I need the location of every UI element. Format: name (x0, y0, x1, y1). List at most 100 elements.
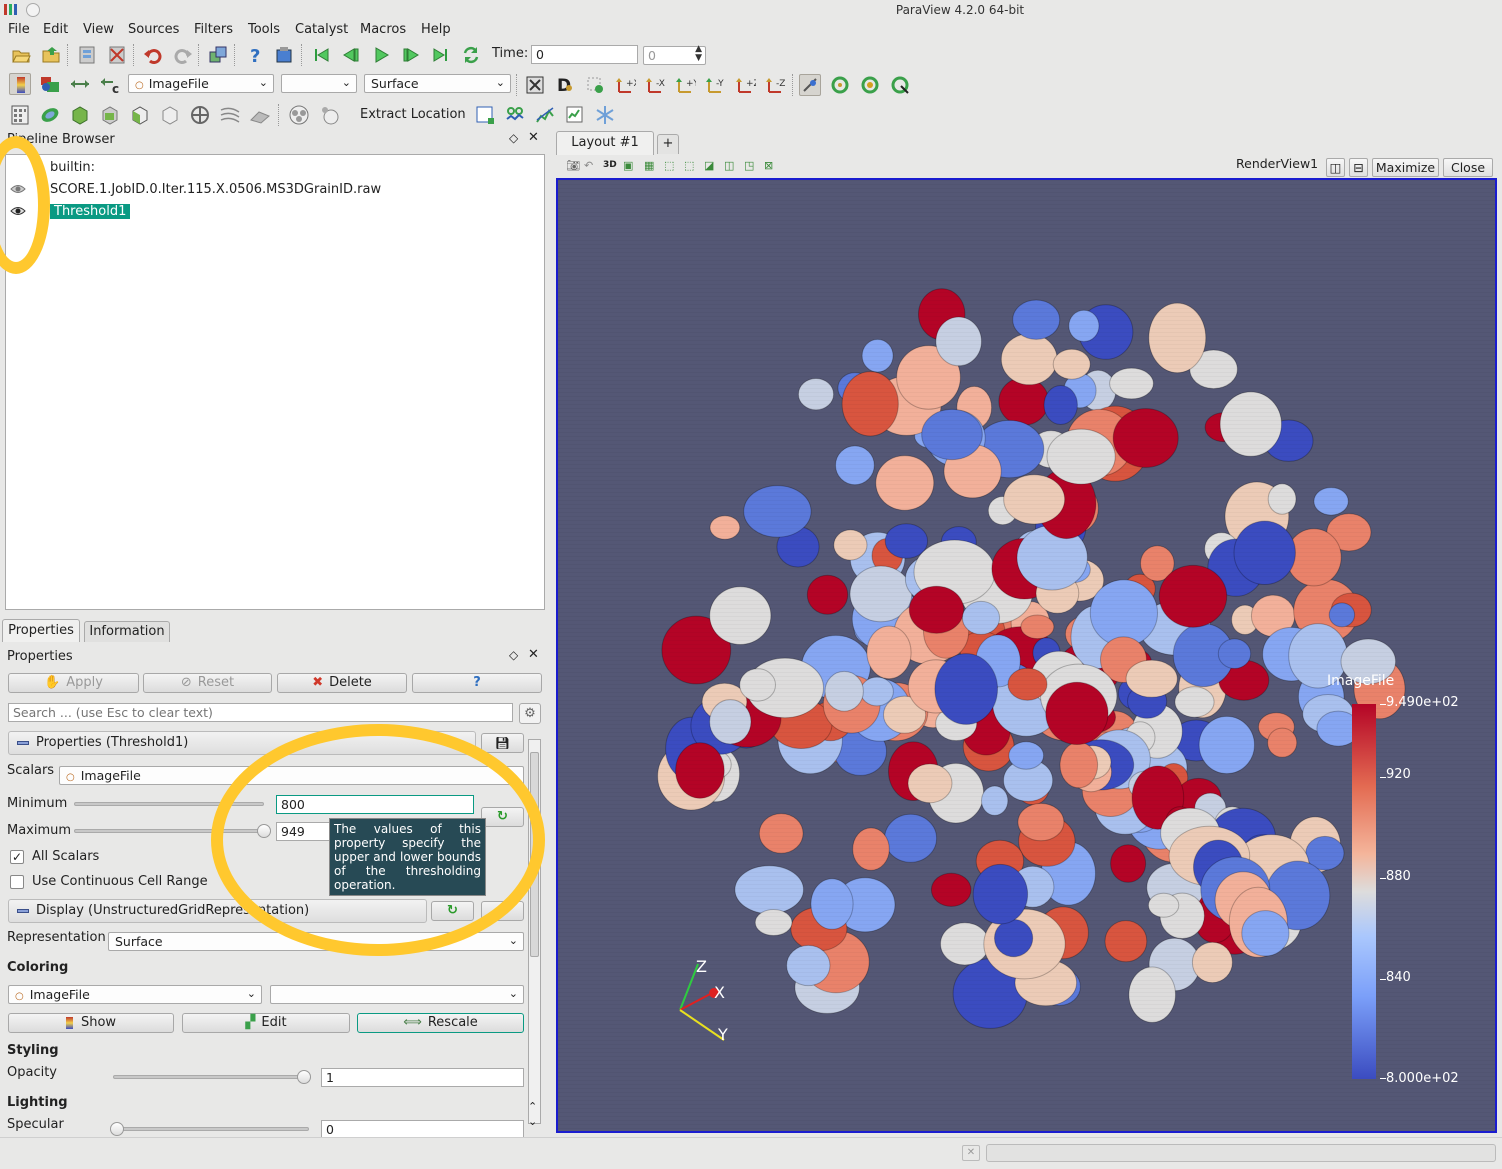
opacity-slider-handle[interactable] (297, 1070, 311, 1084)
coloring-array-combo[interactable]: ○ ImageFile ⌄ (8, 985, 262, 1004)
select-cells-on-icon[interactable]: ▣ (623, 159, 633, 172)
camera-link-icon[interactable] (207, 44, 229, 66)
help-button[interactable]: ? (412, 673, 542, 693)
connect-icon[interactable] (76, 44, 98, 66)
pipeline-item-reader[interactable]: SCORE.1.JobID.0.Iter.115.X.0506.MS3DGrai… (50, 182, 381, 197)
warp-by-vector-icon[interactable] (249, 104, 271, 126)
time-input[interactable]: 0 (531, 45, 638, 64)
next-frame-icon[interactable] (400, 44, 422, 66)
capture-image-icon[interactable]: 📷︎ (566, 159, 580, 172)
gear-icon[interactable]: ⚙ (519, 703, 541, 724)
extract-level-icon[interactable] (318, 104, 340, 126)
menu-sources[interactable]: Sources (128, 22, 179, 37)
tab-properties[interactable]: Properties (2, 619, 80, 642)
menu-macros[interactable]: Macros (360, 22, 406, 37)
contour-icon[interactable] (39, 104, 61, 126)
toggle-3d-button[interactable]: 3D (603, 160, 617, 170)
reset-camera-icon[interactable] (524, 74, 546, 96)
interactive-select-icon[interactable] (584, 74, 606, 96)
opacity-slider[interactable] (113, 1075, 309, 1079)
rescale-data-range-icon[interactable] (69, 73, 91, 95)
save-properties-button[interactable]: 💾︎ (481, 733, 524, 753)
menu-catalyst[interactable]: Catalyst (295, 22, 348, 37)
clear-selection-icon[interactable]: ⊠ (764, 159, 773, 172)
glyph-icon[interactable] (189, 104, 211, 126)
timestep-spinbox[interactable]: 0 ▲ ▼ (643, 45, 706, 65)
coloring-component-combo[interactable]: ⌄ (270, 985, 524, 1004)
stream-tracer-icon[interactable] (219, 104, 241, 126)
zoom-to-data-icon[interactable]: D (554, 74, 576, 96)
split-vertical-icon[interactable]: ⊟ (1349, 158, 1368, 177)
play-icon[interactable] (370, 44, 392, 66)
clip-icon[interactable] (69, 104, 91, 126)
toggle-color-legend-icon[interactable] (9, 73, 31, 95)
set-view-positive-z-icon[interactable]: +Z (734, 74, 760, 96)
rescale-custom-range-icon[interactable]: c (99, 73, 121, 96)
color-array-combo[interactable]: ○ ImageFile ⌄ (128, 74, 274, 93)
representation-combo[interactable]: Surface ⌄ (364, 74, 511, 93)
edit-color-map-icon[interactable] (39, 73, 61, 95)
plot-over-line-icon[interactable] (474, 104, 496, 126)
menu-help[interactable]: Help (421, 22, 451, 37)
first-frame-icon[interactable] (310, 44, 332, 66)
continuous-cell-range-checkbox[interactable] (10, 875, 24, 889)
apply-button[interactable]: ✋ Apply (8, 673, 139, 693)
plot-data-icon[interactable] (534, 104, 556, 126)
last-frame-icon[interactable] (430, 44, 452, 66)
help-icon[interactable]: ? (244, 44, 266, 67)
pick-center-icon[interactable] (859, 74, 881, 96)
split-horizontal-icon[interactable]: ◫ (1326, 158, 1345, 177)
show-center-icon[interactable] (799, 74, 821, 96)
select-points-through-icon[interactable]: ⬚ (684, 159, 694, 172)
close-panel-icon[interactable]: ✕ (528, 647, 539, 662)
select-cells-through-icon[interactable]: ⬚ (664, 159, 674, 172)
add-layout-tab-button[interactable]: + (657, 134, 679, 154)
float-panel-icon[interactable]: ◇ (509, 648, 518, 662)
select-block-icon[interactable]: ◪ (704, 159, 714, 172)
search-input[interactable] (8, 703, 513, 722)
color-component-combo[interactable]: ⌄ (281, 74, 357, 93)
menu-file[interactable]: File (8, 22, 30, 37)
maximize-button[interactable]: Maximize (1372, 158, 1439, 177)
opacity-input[interactable]: 1 (321, 1068, 524, 1087)
open-icon[interactable] (10, 44, 32, 66)
specular-slider-handle[interactable] (110, 1122, 124, 1136)
plot-selection-icon[interactable] (504, 104, 526, 126)
extract-location-label[interactable]: Extract Location (360, 107, 466, 122)
delete-button[interactable]: ✖ Delete (277, 673, 407, 693)
plot-global-variables-icon[interactable] (564, 104, 586, 126)
close-view-button[interactable]: Close (1443, 158, 1493, 177)
set-view-negative-y-icon[interactable]: -Y (704, 74, 726, 96)
pipeline-item-threshold1[interactable]: Threshold1 (50, 204, 131, 219)
set-view-negative-x-icon[interactable]: -X (644, 74, 666, 96)
pipeline-tree[interactable]: builtin: SCORE.1.JobID.0.Iter.115.X.0506… (5, 154, 545, 610)
specular-input[interactable]: 0 (321, 1120, 524, 1137)
menu-filters[interactable]: Filters (194, 22, 233, 37)
set-view-positive-y-icon[interactable]: +Y (674, 74, 700, 96)
whats-this-icon[interactable] (273, 44, 295, 66)
camera-undo-icon[interactable]: ↶ (584, 159, 593, 172)
rotate-center-icon[interactable] (889, 74, 911, 96)
tab-information[interactable]: Information (84, 621, 170, 642)
menu-edit[interactable]: Edit (43, 22, 68, 37)
undo-icon[interactable] (142, 44, 164, 66)
scroll-up-icon[interactable]: ⌃ (528, 1100, 537, 1113)
set-view-positive-x-icon[interactable]: +X (614, 74, 640, 96)
interactive-select-points-icon[interactable]: ◳ (744, 159, 754, 172)
scroll-down-icon[interactable]: ⌄ (528, 1115, 537, 1128)
calculator-icon[interactable] (9, 104, 31, 126)
interactive-select-cells-icon[interactable]: ◫ (724, 159, 734, 172)
menu-tools[interactable]: Tools (248, 22, 280, 37)
reset-button[interactable]: ⊘ Reset (143, 673, 272, 693)
select-points-on-icon[interactable]: ▦ (644, 159, 654, 172)
rescale-button[interactable]: ⟺ Rescale (357, 1013, 524, 1033)
redo-icon[interactable] (172, 44, 194, 66)
edit-colormap-button[interactable]: ▞ Edit (182, 1013, 350, 1033)
threshold-icon[interactable] (129, 104, 151, 126)
float-panel-icon[interactable]: ◇ (509, 131, 518, 145)
loop-icon[interactable] (460, 44, 482, 66)
group-datasets-icon[interactable] (288, 104, 310, 126)
extract-subset-icon[interactable] (159, 104, 181, 126)
set-view-negative-z-icon[interactable]: -Z (764, 74, 786, 96)
cancel-progress-icon[interactable]: ✕ (962, 1145, 980, 1161)
